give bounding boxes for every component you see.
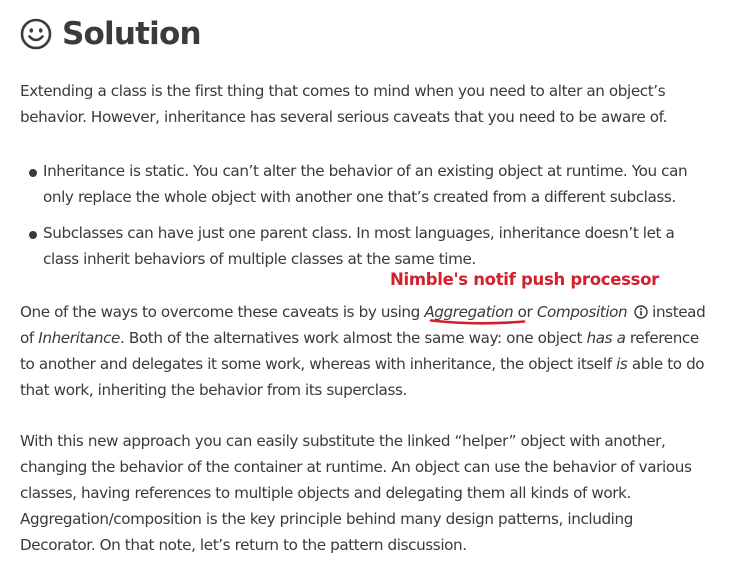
text-run: to another and delegates it some work, w… — [20, 355, 617, 373]
page-title: Solution — [62, 16, 202, 52]
paragraph-line: of Inheritance. Both of the alternatives… — [20, 325, 740, 351]
bullet-dot — [29, 169, 37, 177]
list-item-text: Inheritance is static. You can’t alter t… — [43, 158, 743, 210]
text-run: One of the ways to overcome these caveat… — [20, 303, 425, 321]
list-item-text: Subclasses can have just one parent clas… — [43, 220, 743, 272]
text-run: reference — [625, 329, 699, 347]
list-item-line: Inheritance is static. You can’t alter t… — [43, 162, 688, 180]
bullet-dot — [29, 231, 37, 239]
intro-line: behavior. However, inheritance has sever… — [20, 108, 667, 126]
paragraph-line: to another and delegates it some work, w… — [20, 351, 740, 377]
ways-paragraph: One of the ways to overcome these caveat… — [20, 299, 740, 403]
paragraph-line: Aggregation/composition is the key princ… — [20, 510, 633, 528]
paragraph-line: With this new approach you can easily su… — [20, 432, 666, 450]
red-underline-mark — [429, 319, 526, 325]
is-term: is — [616, 355, 628, 373]
section-heading: Solution — [20, 14, 202, 54]
inheritance-term: Inheritance — [38, 329, 121, 347]
paragraph-line: Decorator. On that note, let’s return to… — [20, 536, 467, 554]
approach-paragraph: With this new approach you can easily su… — [20, 428, 740, 558]
list-item-line: Subclasses can have just one parent clas… — [43, 224, 675, 242]
composition-term: Composition — [536, 303, 628, 321]
handwritten-annotation: Nimble's notif push processor — [390, 270, 660, 289]
smiley-icon — [20, 18, 52, 50]
text-run: of — [20, 329, 39, 347]
list-item-line: only replace the whole object with anoth… — [43, 188, 676, 206]
info-icon[interactable] — [634, 305, 648, 319]
paragraph-line: One of the ways to overcome these caveat… — [20, 299, 740, 325]
list-item-line: class inherit behaviors of multiple clas… — [43, 250, 476, 268]
paragraph-line: changing the behavior of the container a… — [20, 458, 692, 476]
paragraph-line: classes, having references to multiple o… — [20, 484, 631, 502]
text-run: able to do — [627, 355, 705, 373]
intro-paragraph: Extending a class is the first thing tha… — [20, 78, 740, 130]
text-run: instead — [647, 303, 706, 321]
paragraph-line: that work, inheriting the behavior from … — [20, 381, 407, 399]
intro-line: Extending a class is the first thing tha… — [20, 82, 666, 100]
text-run: . Both of the alternatives work almost t… — [120, 329, 587, 347]
has-a-term: has a — [586, 329, 626, 347]
